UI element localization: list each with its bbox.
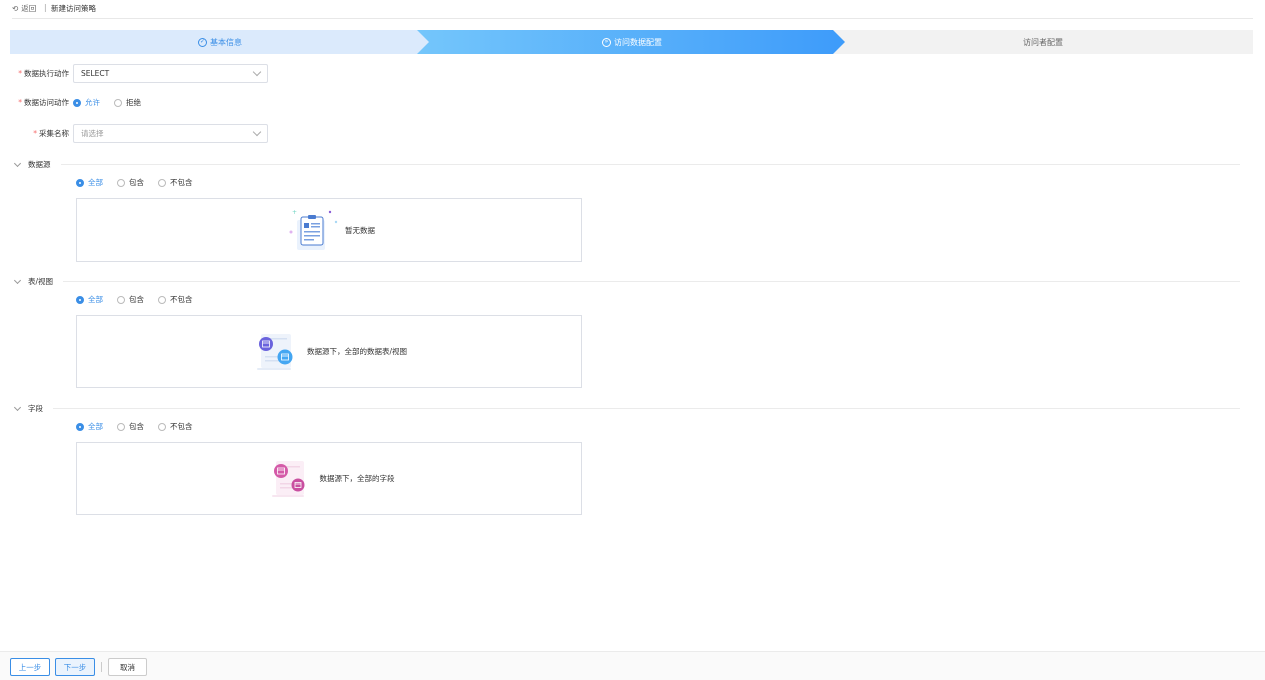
- field-box: 数据源下，全部的字段: [76, 442, 582, 515]
- empty-text: 数据源下，全部的数据表/视图: [306, 347, 408, 356]
- radio-exclude[interactable]: 不包含: [158, 177, 193, 188]
- field-radio-row: 全部 包含 不包含: [76, 421, 193, 432]
- access-action-row: * 数据访问动作 允许 拒绝: [0, 97, 141, 108]
- collect-name-label: * 采集名称: [33, 129, 69, 138]
- section-datasource-header[interactable]: 数据源: [12, 159, 1240, 170]
- step-access-data-config[interactable]: » 访问数据配置: [417, 30, 847, 54]
- radio-dot-icon: [117, 422, 125, 431]
- collect-name-select[interactable]: 请选择: [73, 124, 268, 143]
- chevron-down-icon: [13, 159, 22, 167]
- section-title: 数据源: [28, 160, 51, 169]
- section-table-view-header[interactable]: 表/视图: [12, 276, 1240, 287]
- divider: [60, 164, 1240, 165]
- radio-exclude[interactable]: 不包含: [158, 294, 193, 305]
- access-action-radio-group: 允许 拒绝: [73, 97, 141, 108]
- section-title: 字段: [28, 404, 43, 413]
- svg-text:+: +: [292, 209, 297, 216]
- radio-dot-icon: [76, 178, 84, 187]
- radio-all[interactable]: 全部: [76, 177, 103, 188]
- back-link[interactable]: ⟲ 返回: [12, 3, 36, 14]
- field-radio-group: 全部 包含 不包含: [76, 421, 193, 432]
- section-title: 表/视图: [28, 277, 54, 286]
- chevron-down-icon: [252, 67, 262, 77]
- radio-exclude[interactable]: 不包含: [158, 421, 193, 432]
- collect-name-placeholder: 请选择: [81, 129, 104, 138]
- radio-dot-icon: [117, 178, 125, 187]
- step-basic-info[interactable]: ✓ 基本信息: [10, 30, 430, 54]
- back-arrow-icon: ⟲: [12, 4, 19, 13]
- section-field-header[interactable]: 字段: [12, 403, 1240, 414]
- table-view-box: 数据源下，全部的数据表/视图: [76, 315, 582, 388]
- radio-include[interactable]: 包含: [117, 294, 144, 305]
- arrow-circle-icon: »: [602, 37, 611, 47]
- radio-dot-icon: [114, 98, 122, 107]
- prev-step-button[interactable]: 上一步: [10, 658, 50, 676]
- datasource-box: + 暂无数据: [76, 198, 582, 262]
- table-illustration-icon: [256, 333, 293, 370]
- radio-dot-icon: [73, 98, 81, 107]
- datasource-radio-group: 全部 包含 不包含: [76, 177, 193, 188]
- top-bar: ⟲ 返回 | 新建访问策略: [12, 0, 1253, 19]
- radio-all[interactable]: 全部: [76, 421, 103, 432]
- page-title: 新建访问策略: [51, 4, 96, 13]
- radio-dot-icon: [76, 422, 84, 431]
- next-step-button[interactable]: 下一步: [55, 658, 95, 676]
- step-label: 访问数据配置: [614, 37, 662, 47]
- radio-dot-icon: [117, 295, 125, 304]
- step-label: 基本信息: [210, 37, 242, 47]
- empty-text: 数据源下，全部的字段: [319, 474, 395, 483]
- chevron-down-icon: [13, 403, 22, 411]
- collect-name-row: * 采集名称 请选择: [0, 124, 268, 143]
- step-visitor-config[interactable]: 访问者配置: [833, 30, 1253, 54]
- breadcrumb-separator: |: [44, 3, 47, 12]
- radio-dot-icon: [76, 295, 84, 304]
- exec-action-label: * 数据执行动作: [18, 69, 69, 78]
- radio-include[interactable]: 包含: [117, 177, 144, 188]
- table-view-radio-row: 全部 包含 不包含: [76, 294, 193, 305]
- datasource-radio-row: 全部 包含 不包含: [76, 177, 193, 188]
- access-action-label: * 数据访问动作: [18, 98, 69, 107]
- exec-action-row: * 数据执行动作 SELECT: [0, 64, 268, 83]
- empty-clipboard-icon: +: [289, 209, 338, 250]
- empty-text: 暂无数据: [345, 225, 375, 235]
- exec-action-select[interactable]: SELECT: [73, 64, 268, 83]
- exec-action-value: SELECT: [81, 69, 110, 78]
- cancel-button[interactable]: 取消: [108, 658, 147, 676]
- table-view-radio-group: 全部 包含 不包含: [76, 294, 193, 305]
- radio-allow[interactable]: 允许: [73, 97, 100, 108]
- footer-bar: 上一步 下一步 取消: [0, 651, 1265, 680]
- radio-deny[interactable]: 拒绝: [114, 97, 141, 108]
- radio-all[interactable]: 全部: [76, 294, 103, 305]
- divider: [63, 281, 1240, 282]
- field-illustration-icon: [271, 460, 304, 497]
- chevron-down-icon: [252, 127, 262, 137]
- divider: [53, 408, 1240, 409]
- radio-dot-icon: [158, 422, 166, 431]
- radio-dot-icon: [158, 295, 166, 304]
- radio-include[interactable]: 包含: [117, 421, 144, 432]
- check-circle-icon: ✓: [198, 37, 207, 47]
- radio-dot-icon: [158, 178, 166, 187]
- back-label: 返回: [21, 4, 37, 13]
- steps-bar: ✓ 基本信息 » 访问数据配置 访问者配置: [10, 30, 1253, 54]
- chevron-down-icon: [13, 276, 22, 284]
- divider: [101, 662, 102, 672]
- step-label: 访问者配置: [1023, 37, 1063, 47]
